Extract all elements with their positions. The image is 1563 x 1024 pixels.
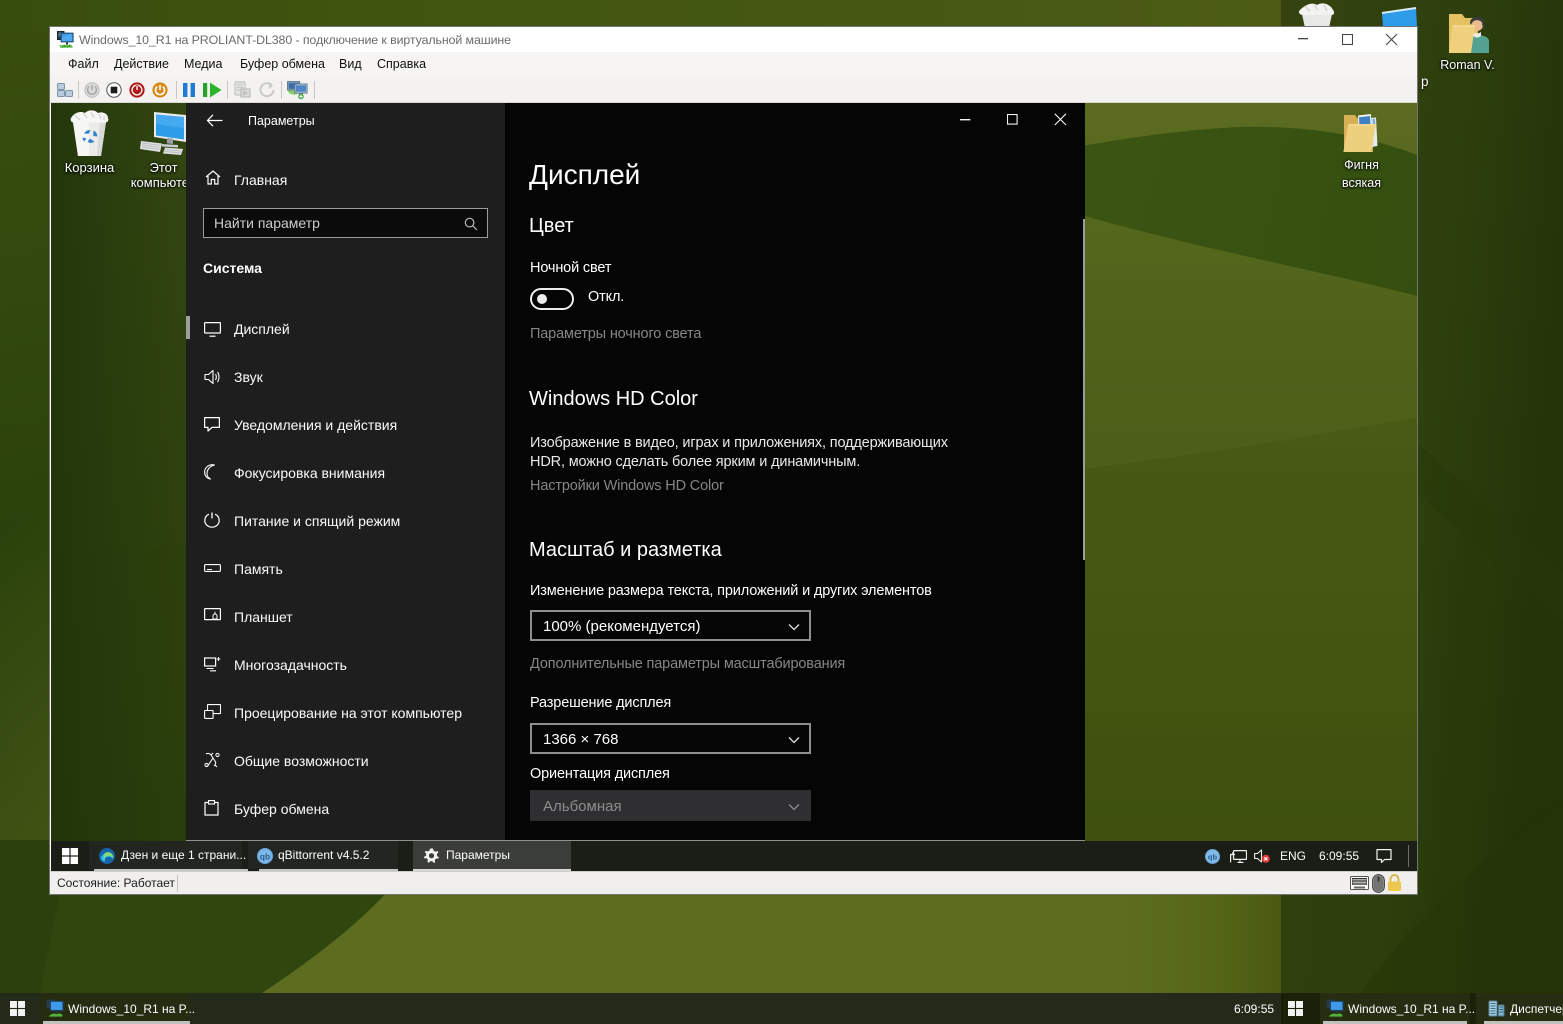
svg-text:qb: qb [260,851,270,861]
svg-text:qb: qb [1208,852,1218,861]
